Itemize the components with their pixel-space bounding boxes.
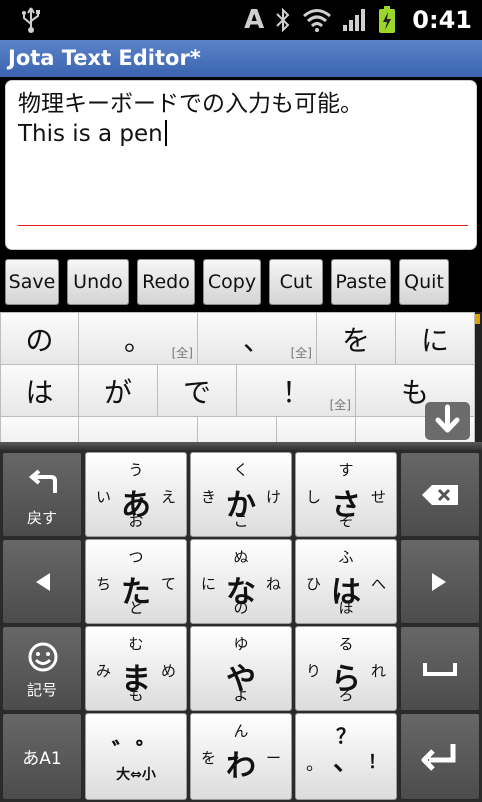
save-button[interactable]: Save (5, 259, 59, 305)
key-ha[interactable]: ふ ひ は へ ほ (295, 539, 397, 624)
key-wa[interactable]: ん を わ ー (190, 713, 292, 800)
back-arrow-icon (28, 469, 57, 493)
clock: 0:41 (412, 6, 472, 34)
candidate-item[interactable]: 、 [全] (197, 312, 317, 365)
dakuten-label: ゛゜ (112, 738, 160, 766)
enter-icon (421, 743, 456, 771)
symbol-label: 記号 (26, 681, 57, 699)
space-key[interactable] (400, 626, 480, 711)
backspace-icon (422, 484, 458, 505)
redo-button[interactable]: Redo (137, 259, 195, 305)
cursor-right-key[interactable] (400, 539, 480, 624)
key-ta[interactable]: つ ち た て と (85, 539, 187, 624)
editor-toolbar: Save Undo Redo Copy Cut Paste Quit (0, 255, 482, 310)
text-editor-area[interactable]: 物理キーボードでの入力も可能。 This is a pen (5, 80, 477, 250)
key-ra[interactable]: る り ら れ ろ (295, 626, 397, 711)
key-ya[interactable]: ゆ や よ (190, 626, 292, 711)
key-sa[interactable]: す し さ せ そ (295, 452, 397, 537)
triangle-left-icon (36, 572, 50, 591)
app-title: Jota Text Editor* (8, 46, 201, 70)
key-na[interactable]: ぬ に な ね の (190, 539, 292, 624)
signal-icon (343, 9, 366, 31)
symbol-key[interactable]: 記号 (2, 626, 82, 711)
back-label: 戻す (26, 509, 57, 527)
composition-underline (18, 225, 468, 226)
candidate-item[interactable] (197, 416, 277, 442)
battery-icon (379, 6, 396, 33)
candidate-item[interactable]: ！ [全] (236, 364, 356, 417)
triangle-right-icon (432, 572, 446, 591)
soft-keyboard: 戻す 記号 あA1 う い あ え お く き か け こ す し さ せ そ (0, 442, 482, 802)
candidate-item[interactable]: 。 [全] (78, 312, 198, 365)
candidate-item[interactable]: に (395, 312, 475, 365)
bluetooth-icon (276, 7, 290, 33)
dakuten-key[interactable]: ゛゜ 大⇔小 (85, 713, 187, 800)
size-toggle-label: 大⇔小 (116, 767, 156, 783)
backspace-key[interactable] (400, 452, 480, 537)
candidate-item[interactable]: が (78, 364, 158, 417)
input-mode-key[interactable]: あA1 (2, 713, 82, 800)
key-a[interactable]: う い あ え お (85, 452, 187, 537)
candidate-scrollbar[interactable] (475, 312, 482, 442)
key-ma[interactable]: む み ま め も (85, 626, 187, 711)
editor-line-1: 物理キーボードでの入力も可能。 (18, 91, 363, 117)
wifi-icon (303, 9, 332, 32)
app-title-bar: Jota Text Editor* (0, 40, 482, 77)
status-bar: A 0:41 (0, 0, 482, 40)
candidate-item[interactable]: の (0, 312, 79, 365)
smiley-icon (28, 642, 58, 672)
collapse-candidates-button[interactable] (425, 402, 470, 440)
quit-button[interactable]: Quit (399, 259, 449, 305)
paste-button[interactable]: Paste (331, 259, 391, 305)
editor-line-2: This is a pen (18, 119, 464, 149)
ime-indicator: A (244, 5, 265, 35)
candidate-item[interactable] (0, 416, 79, 442)
mode-label: あA1 (22, 749, 62, 769)
cursor-left-key[interactable] (2, 539, 82, 624)
cut-button[interactable]: Cut (269, 259, 323, 305)
editor-line-2-text: This is a pen (18, 121, 163, 147)
candidate-list: の 。 [全] 、 [全] を に は が で ！ [全] も (0, 312, 475, 442)
key-ka[interactable]: く き か け こ (190, 452, 292, 537)
undo-button[interactable]: Undo (67, 259, 129, 305)
text-cursor (164, 120, 167, 146)
key-punctuation[interactable]: ？ 。 、 ！ (295, 713, 397, 800)
candidate-item[interactable]: で (157, 364, 237, 417)
space-icon (423, 662, 457, 676)
candidate-scroll-thumb[interactable] (475, 314, 480, 324)
candidate-item[interactable]: を (316, 312, 396, 365)
candidate-item[interactable] (78, 416, 198, 442)
enter-key[interactable] (400, 713, 480, 800)
copy-button[interactable]: Copy (203, 259, 261, 305)
candidate-item[interactable] (276, 416, 356, 442)
usb-icon (22, 7, 40, 33)
candidate-item[interactable]: は (0, 364, 79, 417)
arrow-down-icon (435, 404, 460, 433)
undo-key[interactable]: 戻す (2, 452, 82, 537)
